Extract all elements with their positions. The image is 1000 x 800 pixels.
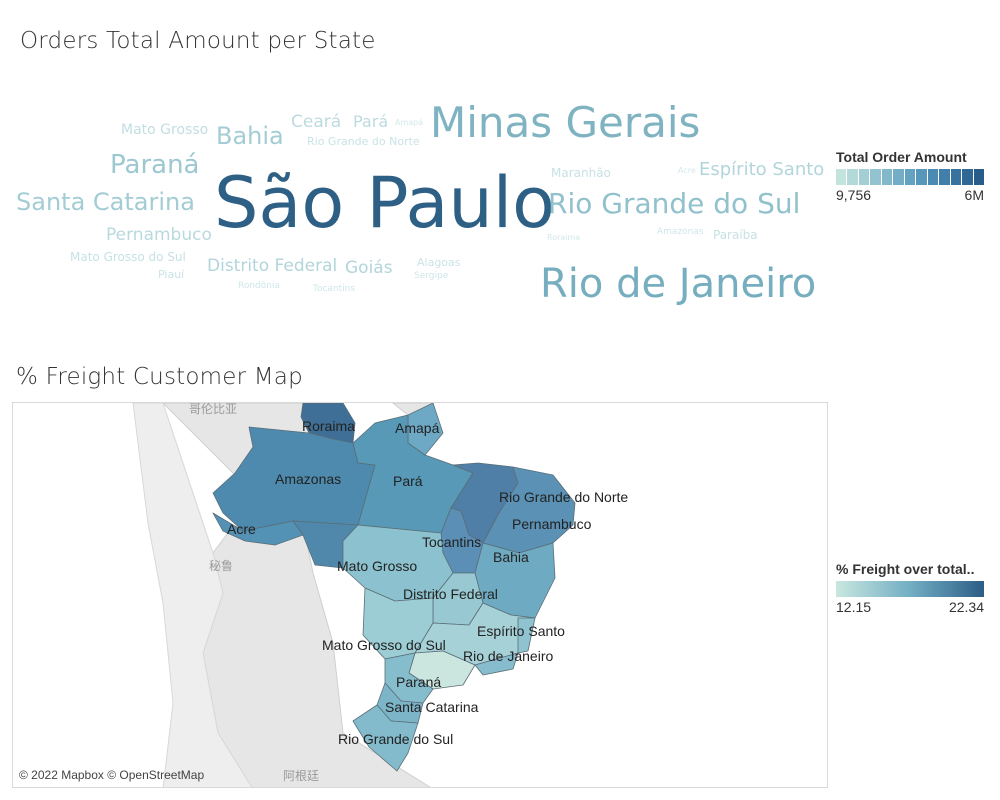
freight-legend: % Freight over total.. 12.15 22.34 xyxy=(836,561,984,615)
map-label-roraima: Roraima xyxy=(302,418,355,434)
word-roraima[interactable]: Roraima xyxy=(547,234,580,242)
map-label-rio-grande-do-norte: Rio Grande do Norte xyxy=(499,489,628,505)
legend-title: Total Order Amount xyxy=(836,149,967,165)
map-label-acre: Acre xyxy=(227,521,256,537)
word-tocantins[interactable]: Tocantins xyxy=(313,285,355,294)
word-distrito-federal[interactable]: Distrito Federal xyxy=(207,258,337,275)
map-label-rio-grande-do-sul: Rio Grande do Sul xyxy=(338,731,453,747)
map-canvas: Roraima Amapá Amazonas Pará Rio Grande d… xyxy=(132,403,628,787)
freight-legend-max-label: 22.34 xyxy=(948,599,984,615)
word-ceara[interactable]: Ceará xyxy=(291,114,341,131)
legend-color-steps xyxy=(836,169,985,185)
word-acre[interactable]: Acre xyxy=(678,167,696,175)
word-rio-grande-do-norte[interactable]: Rio Grande do Norte xyxy=(307,136,420,147)
freight-legend-min-label: 12.15 xyxy=(836,599,872,615)
word-mato-grosso-do-sul[interactable]: Mato Grosso do Sul xyxy=(70,251,186,263)
legend-step xyxy=(893,169,905,185)
word-paraiba[interactable]: Paraíba xyxy=(713,229,758,241)
legend-step xyxy=(836,169,848,185)
bg-label-colombia: 哥伦比亚 xyxy=(189,402,238,416)
bg-label-argentina: 阿根廷 xyxy=(283,769,320,783)
legend-step xyxy=(973,169,985,185)
legend-max-label: 6M xyxy=(964,187,984,203)
word-sergipe[interactable]: Sergipe xyxy=(414,272,448,281)
legend-step xyxy=(950,169,963,185)
word-sao-paulo[interactable]: São Paulo xyxy=(214,168,555,238)
map-label-mato-grosso: Mato Grosso xyxy=(337,558,417,574)
legend-step xyxy=(847,169,859,185)
word-piaui[interactable]: Piauí xyxy=(158,269,184,280)
map-label-espirito-santo: Espírito Santo xyxy=(477,623,565,639)
map-label-parana: Paraná xyxy=(396,674,441,690)
map-label-amapa: Amapá xyxy=(395,420,440,436)
word-amapa[interactable]: Amapá xyxy=(395,119,423,127)
word-rio-grande-do-sul[interactable]: Rio Grande do Sul xyxy=(548,190,800,218)
word-mato-grosso[interactable]: Mato Grosso xyxy=(121,123,208,137)
map-attribution[interactable]: © 2022 Mapbox © OpenStreetMap xyxy=(19,768,204,782)
word-bahia[interactable]: Bahia xyxy=(216,124,284,148)
word-para[interactable]: Pará xyxy=(353,114,388,130)
word-cloud: São Paulo Minas Gerais Rio de Janeiro Ri… xyxy=(0,60,830,330)
bg-label-peru: 秘鲁 xyxy=(209,559,234,573)
map-label-distrito-federal: Distrito Federal xyxy=(403,586,498,602)
map-label-rio-de-janeiro: Rio de Janeiro xyxy=(463,648,553,664)
freight-legend-gradient xyxy=(836,581,984,597)
word-parana[interactable]: Paraná xyxy=(110,152,199,178)
word-amazonas[interactable]: Amazonas xyxy=(657,228,704,237)
map-label-mato-grosso-do-sul: Mato Grosso do Sul xyxy=(322,637,446,653)
word-rondonia[interactable]: Rondônia xyxy=(238,282,280,291)
word-espirito-santo[interactable]: Espírito Santo xyxy=(699,161,824,179)
legend-step xyxy=(881,169,894,185)
legend-step xyxy=(858,169,871,185)
map-label-bahia: Bahia xyxy=(493,549,529,565)
legend-step xyxy=(916,169,928,185)
word-cloud-title: Orders Total Amount per State xyxy=(20,28,376,54)
legend-step xyxy=(870,169,882,185)
map-label-pernambuco: Pernambuco xyxy=(512,516,592,532)
word-alagoas[interactable]: Alagoas xyxy=(417,257,461,268)
map-label-para: Pará xyxy=(393,473,423,489)
map-label-santa-catarina: Santa Catarina xyxy=(385,699,479,715)
map-label-amazonas: Amazonas xyxy=(275,471,341,487)
legend-step xyxy=(927,169,940,185)
total-order-amount-legend: Total Order Amount 9,756 6M xyxy=(836,149,985,203)
freight-legend-title: % Freight over total.. xyxy=(836,561,975,577)
map-label-tocantins: Tocantins xyxy=(422,534,481,550)
word-rio-de-janeiro[interactable]: Rio de Janeiro xyxy=(540,264,816,304)
legend-step xyxy=(939,169,951,185)
legend-min-label: 9,756 xyxy=(836,187,872,203)
word-maranhao[interactable]: Maranhão xyxy=(551,167,611,179)
freight-map[interactable]: Roraima Amapá Amazonas Pará Rio Grande d… xyxy=(12,402,828,788)
word-santa-catarina[interactable]: Santa Catarina xyxy=(16,190,195,214)
word-pernambuco[interactable]: Pernambuco xyxy=(106,227,212,244)
word-goias[interactable]: Goiás xyxy=(345,260,393,277)
legend-step xyxy=(904,169,917,185)
word-minas-gerais[interactable]: Minas Gerais xyxy=(430,102,700,144)
map-title: % Freight Customer Map xyxy=(16,364,303,390)
legend-step xyxy=(962,169,974,185)
